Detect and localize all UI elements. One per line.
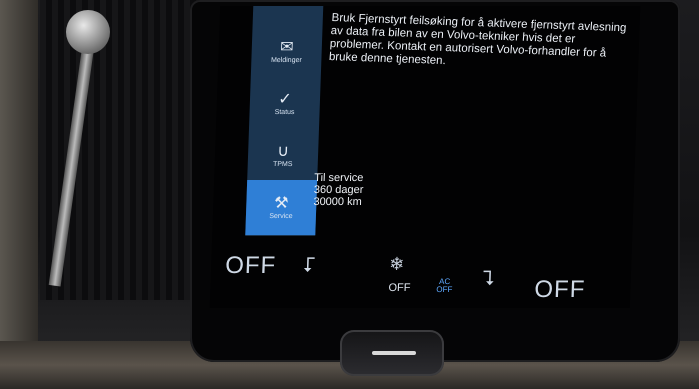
climate-bar: OFF ⮦ ❄ OFF AC OFF ⮧ OFF <box>210 246 632 308</box>
fan-status[interactable]: OFF <box>388 282 410 294</box>
service-title: Til service <box>314 172 364 184</box>
fan-icon[interactable]: ❄ <box>389 254 405 275</box>
right-seat-heat-icon[interactable]: ⮧ <box>482 268 495 291</box>
side-menu: ✉ Meldinger ✓ Status ∪ TPMS ⚒ Service <box>245 6 324 236</box>
ac-status: OFF <box>436 285 453 294</box>
menu-item-meldinger[interactable]: ✉ Meldinger <box>251 24 323 79</box>
service-icon: ⚒ <box>273 195 289 212</box>
menu-item-service[interactable]: ⚒ Service <box>245 180 318 235</box>
ac-button[interactable]: AC OFF <box>436 277 453 294</box>
air-vent <box>40 0 213 300</box>
menu-item-label: Service <box>269 213 293 220</box>
menu-item-label: Status <box>274 109 295 116</box>
info-text: Bruk Fjernstyrt feilsøking for å aktiver… <box>328 12 631 76</box>
left-seat-heat-icon[interactable]: ⮦ <box>303 254 316 277</box>
infotainment-screen: ✉ Meldinger ✓ Status ∪ TPMS ⚒ Service Br… <box>209 6 641 308</box>
messages-icon: ✉ <box>279 39 294 56</box>
home-button[interactable] <box>372 351 416 355</box>
vent-knob[interactable] <box>66 10 110 54</box>
left-temperature[interactable]: OFF <box>225 252 277 280</box>
right-temperature[interactable]: OFF <box>534 276 586 304</box>
service-status: Til service 360 dager 30000 km <box>313 172 364 208</box>
service-days: 360 dager <box>313 184 364 196</box>
tpms-icon: ∪ <box>277 143 290 160</box>
menu-item-status[interactable]: ✓ Status <box>249 76 321 131</box>
service-km: 30000 km <box>313 196 362 208</box>
status-icon: ✓ <box>278 91 293 108</box>
menu-item-tpms[interactable]: ∪ TPMS <box>247 128 319 183</box>
wood-trim-left <box>0 0 38 389</box>
menu-item-label: Meldinger <box>270 57 302 64</box>
info-paragraph: Bruk Fjernstyrt feilsøking for å aktiver… <box>328 12 627 68</box>
menu-item-label: TPMS <box>272 161 293 168</box>
